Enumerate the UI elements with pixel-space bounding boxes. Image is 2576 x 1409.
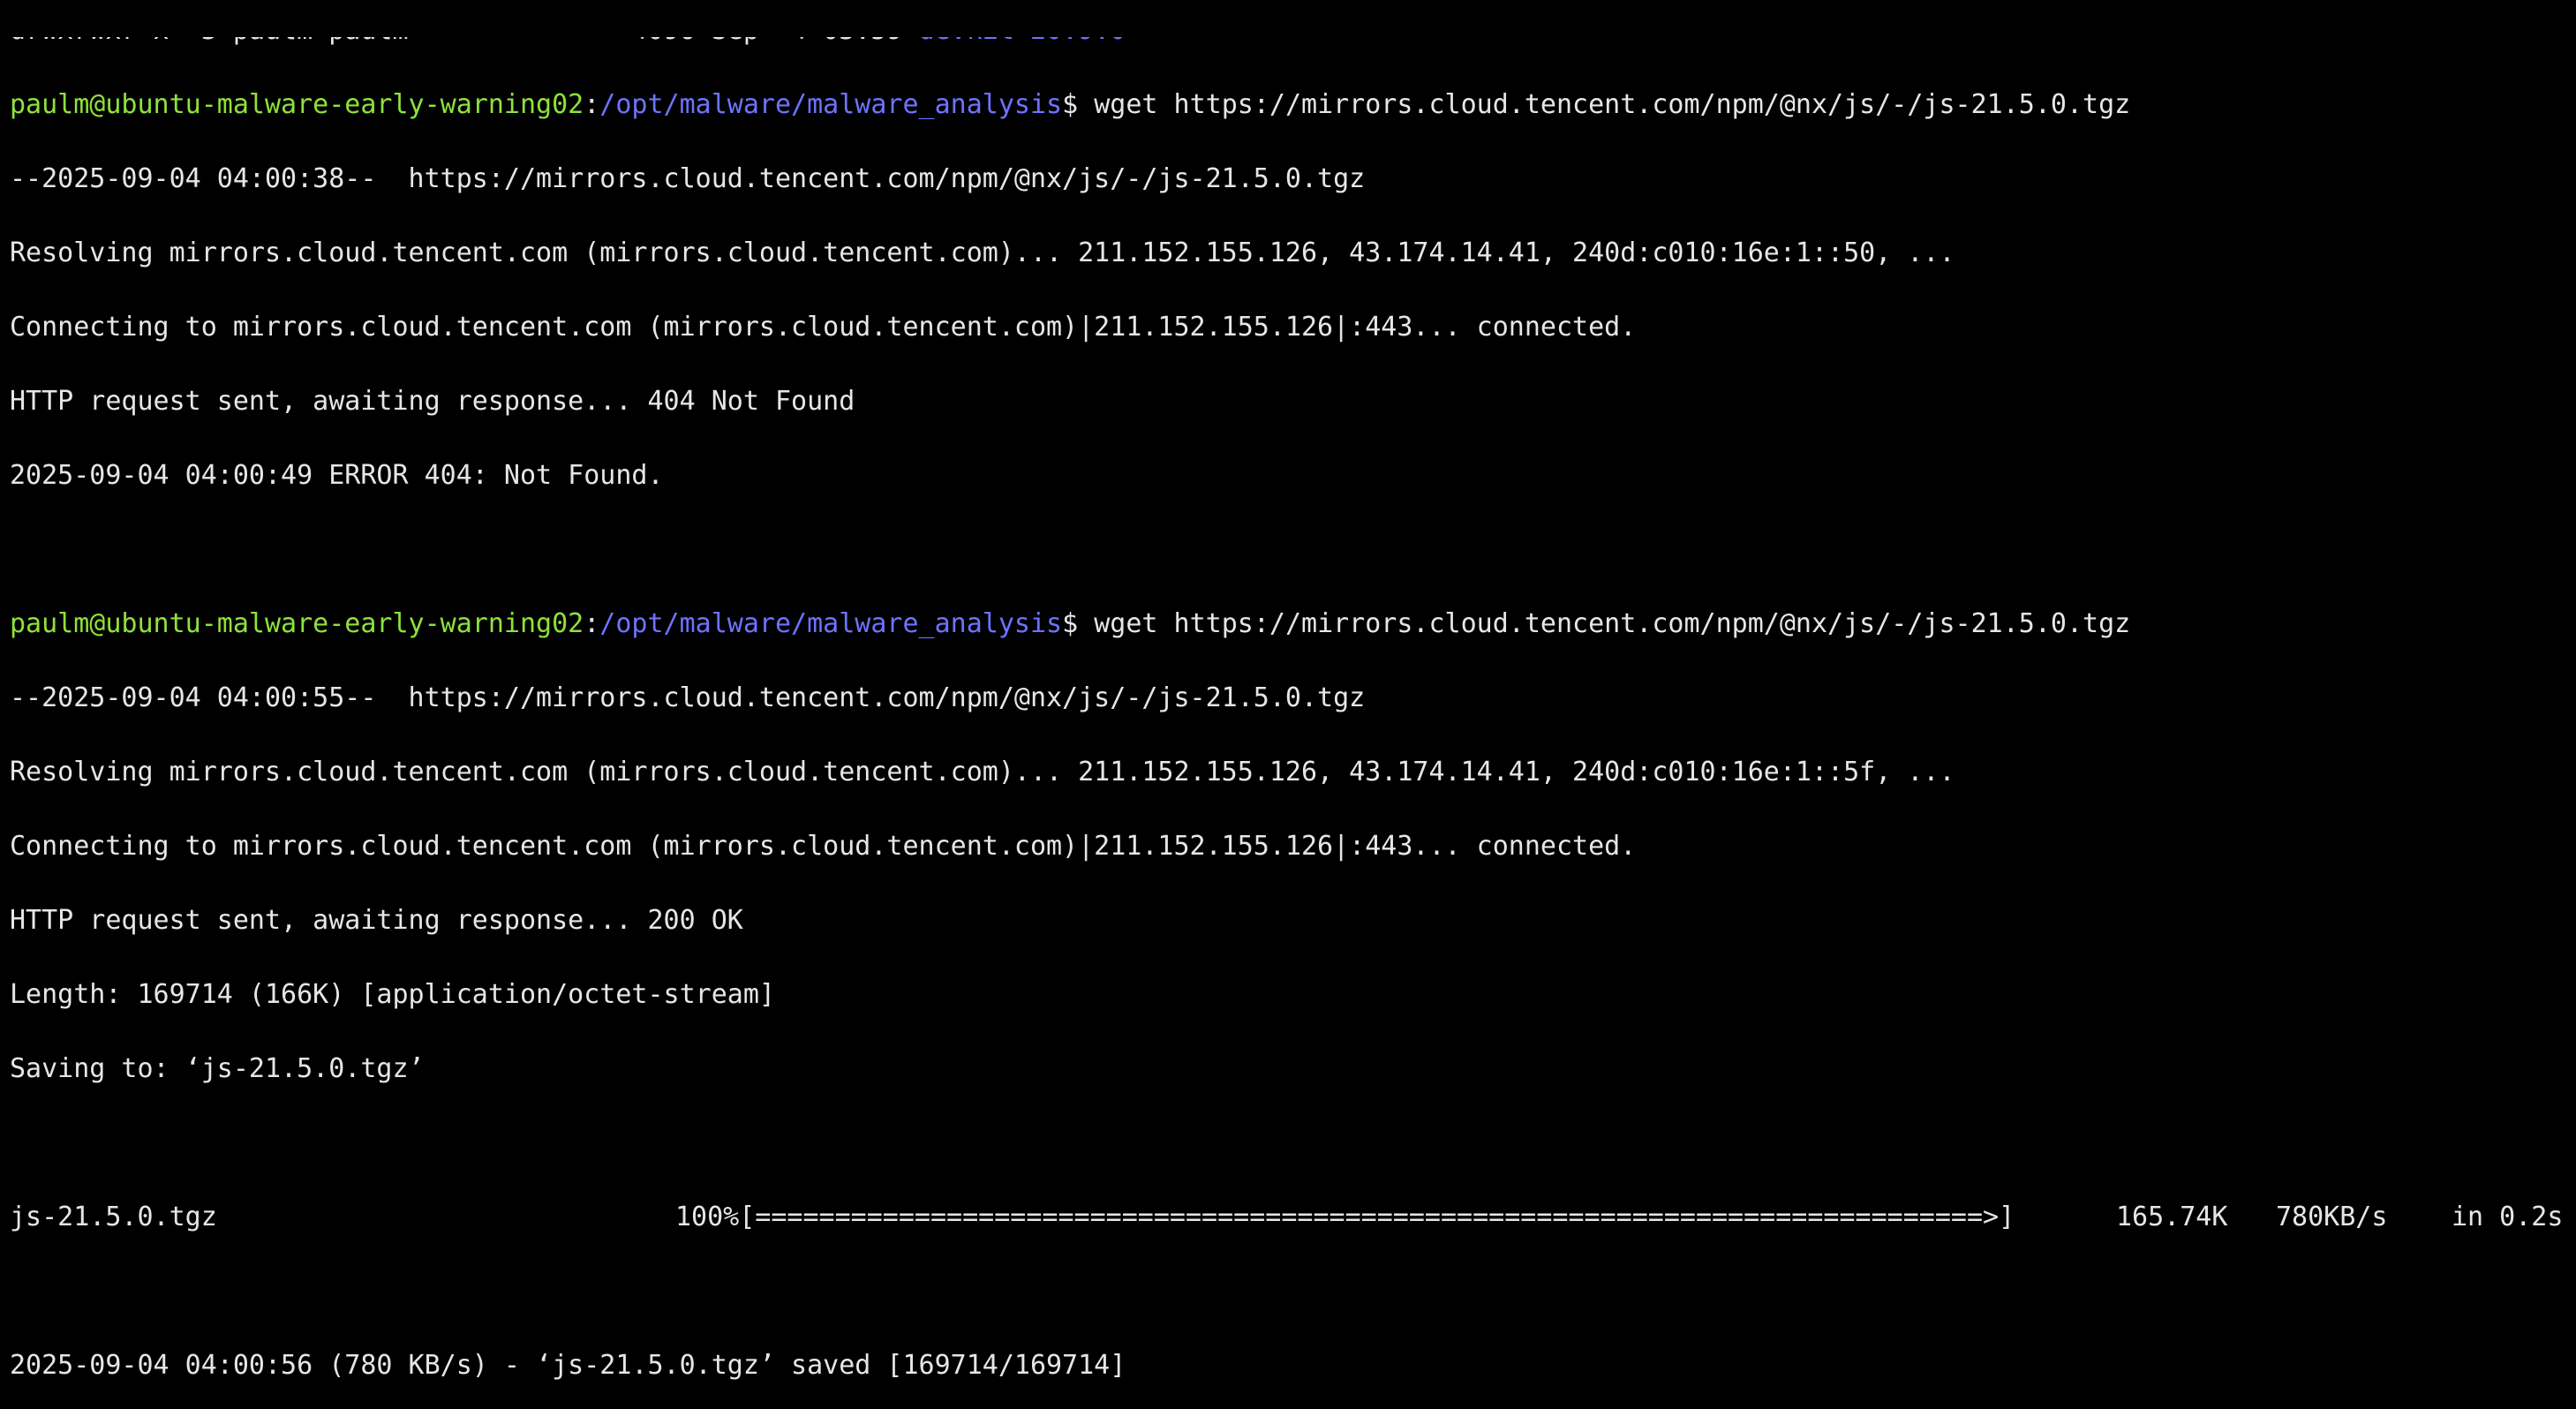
prompt-line-1: paulm@ubuntu-malware-early-warning02:/op…: [10, 87, 2576, 124]
output-line: --2025-09-04 04:00:55-- https://mirrors.…: [10, 682, 1366, 713]
prompt-symbol: $: [1062, 608, 1079, 639]
progress-time: in 0.2s: [2452, 1202, 2564, 1232]
progress-filename: js-21.5.0.tgz: [10, 1202, 217, 1232]
output-line: Resolving mirrors.cloud.tencent.com (mir…: [10, 237, 1955, 268]
progress-bar: 100%[===================================…: [675, 1202, 2015, 1232]
prompt-separator: :: [584, 608, 600, 639]
output-line: Saving to: ‘js-21.5.0.tgz’: [10, 1053, 425, 1084]
progress-rate: 780KB/s: [2276, 1202, 2388, 1232]
output-line: HTTP request sent, awaiting response... …: [10, 905, 743, 936]
saved-line: 2025-09-04 04:00:56 (780 KB/s) - ‘js-21.…: [10, 1350, 1126, 1381]
prompt-separator: :: [584, 89, 600, 120]
prompt-symbol: $: [1062, 89, 1079, 120]
output-line: Connecting to mirrors.cloud.tencent.com …: [10, 312, 1637, 343]
clipped-previous-line: drwxrwxr-x 3 paulm paulm 4096 Sep 4 03:5…: [10, 37, 2576, 49]
prompt-line-2: paulm@ubuntu-malware-early-warning02:/op…: [10, 606, 2576, 643]
prompt-path: /opt/malware/malware_analysis: [599, 608, 1063, 639]
command-text: wget https://mirrors.cloud.tencent.com/n…: [1078, 89, 2131, 120]
output-line: --2025-09-04 04:00:38-- https://mirrors.…: [10, 163, 1366, 194]
prompt-path: /opt/malware/malware_analysis: [599, 89, 1063, 120]
terminal-window[interactable]: drwxrwxr-x 3 paulm paulm 4096 Sep 4 03:5…: [0, 0, 2576, 1381]
output-line: HTTP request sent, awaiting response... …: [10, 386, 855, 417]
progress-size: 165.74K: [2116, 1202, 2228, 1232]
output-line: Resolving mirrors.cloud.tencent.com (mir…: [10, 757, 1955, 787]
output-line: Connecting to mirrors.cloud.tencent.com …: [10, 831, 1637, 862]
output-error-line: 2025-09-04 04:00:49 ERROR 404: Not Found…: [10, 460, 664, 491]
clipped-listing-mid: 4096 Sep 4 03:59: [631, 37, 902, 46]
clipped-listing-dir: devkit-20.9.0: [919, 37, 1126, 46]
output-line: Length: 169714 (166K) [application/octet…: [10, 979, 775, 1010]
prompt-user-host: paulm@ubuntu-malware-early-warning02: [10, 608, 584, 639]
prompt-user-host: paulm@ubuntu-malware-early-warning02: [10, 89, 584, 120]
download-progress-line: js-21.5.0.tgz 100%[======================…: [10, 1199, 2576, 1236]
clipped-listing-left: drwxrwxr-x 3 paulm paulm: [10, 37, 409, 46]
command-text: wget https://mirrors.cloud.tencent.com/n…: [1078, 608, 2131, 639]
